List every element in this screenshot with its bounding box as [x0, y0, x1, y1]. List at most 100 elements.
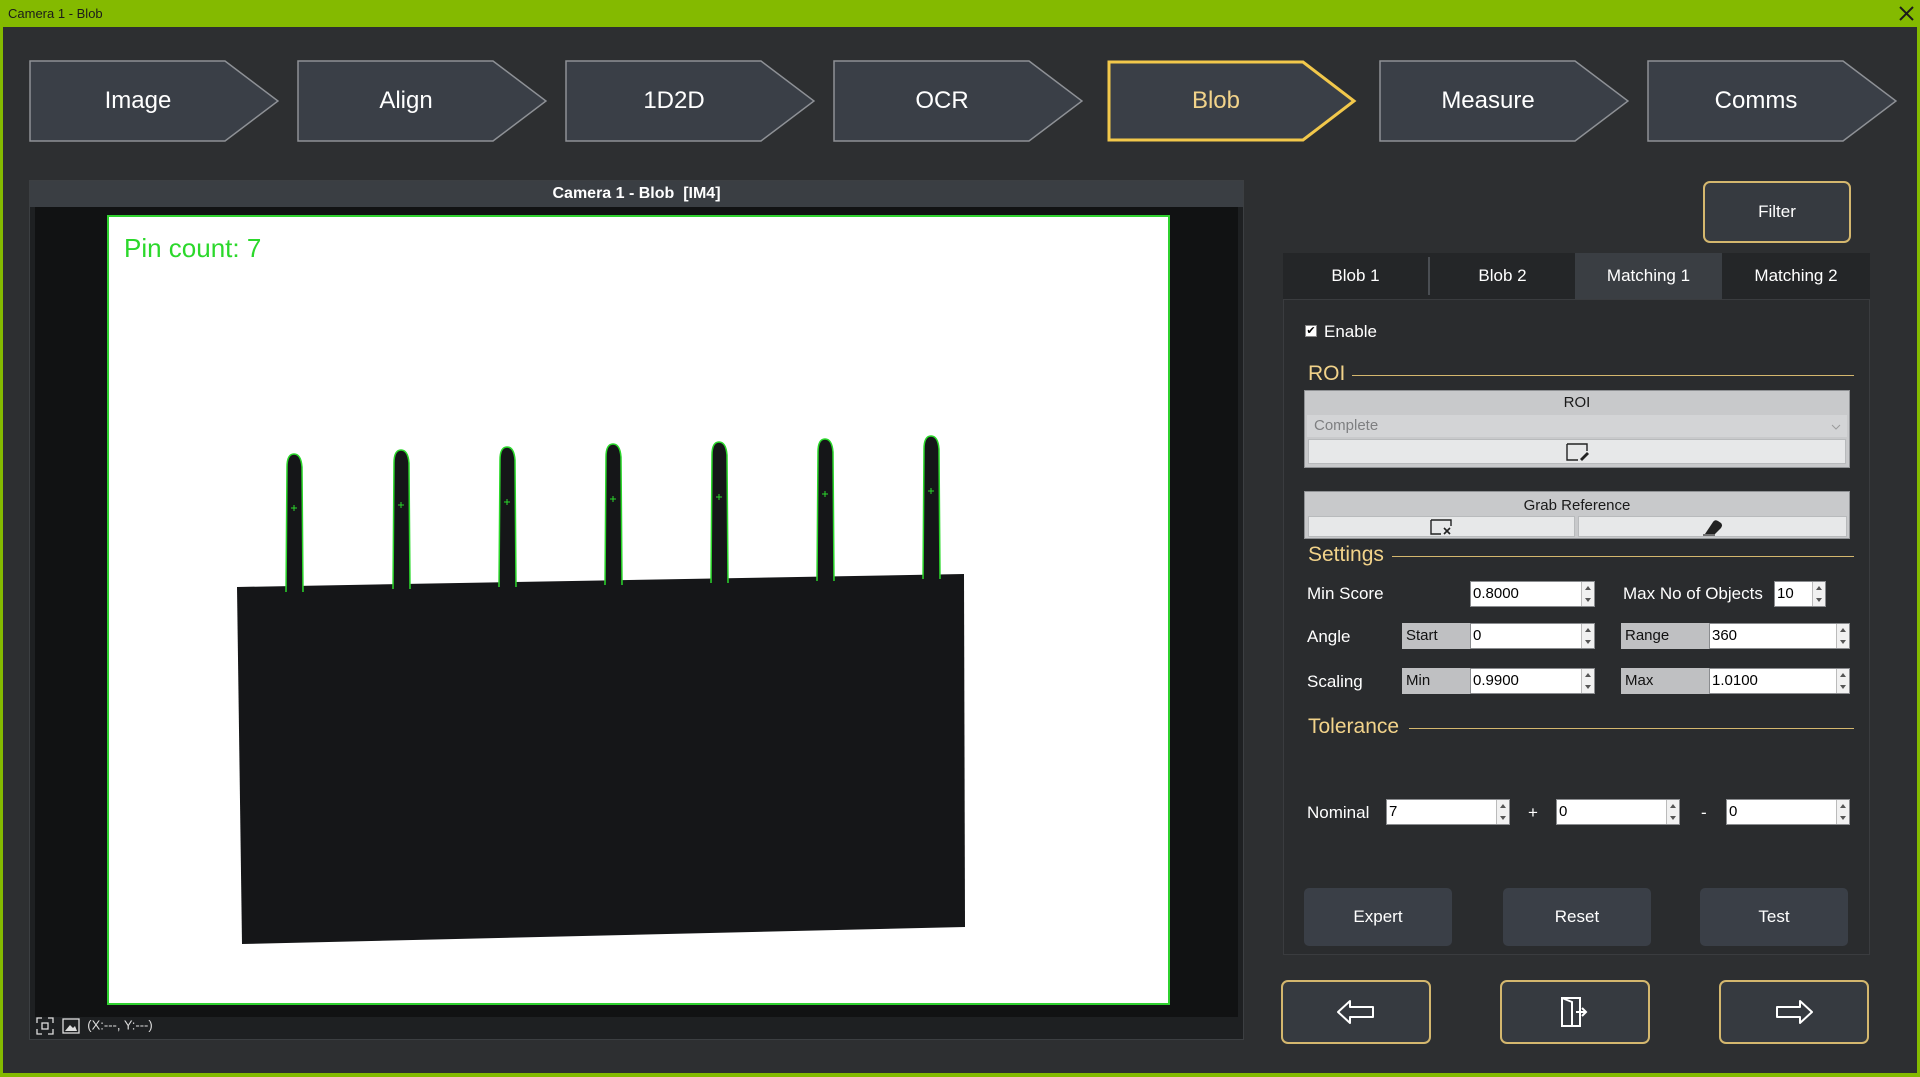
settings-section-title: Settings: [1308, 543, 1384, 566]
image-icon[interactable]: [61, 1018, 80, 1034]
scaling-min-value: 0.9900: [1473, 672, 1519, 689]
roi-section-title: ROI: [1308, 362, 1346, 385]
window-title: Camera 1 - Blob: [8, 6, 103, 21]
camera-image[interactable]: Pin count: 7: [107, 215, 1170, 1005]
test-button[interactable]: Test: [1700, 888, 1848, 946]
nominal-input[interactable]: 7: [1386, 799, 1510, 825]
step-navigation: Image Align 1D2D OCR Blob Measure Comms: [29, 60, 1899, 142]
max-objects-value: 10: [1777, 585, 1794, 602]
roi-edit-button[interactable]: [1308, 439, 1846, 464]
min-score-label: Min Score: [1307, 584, 1384, 603]
max-objects-label: Max No of Objects: [1623, 584, 1763, 603]
title-bar: Camera 1 - Blob: [0, 0, 1920, 27]
scaling-min-tag: Min: [1402, 668, 1470, 694]
next-button[interactable]: [1719, 980, 1869, 1044]
step-align[interactable]: Align: [297, 60, 547, 142]
nominal-value: 7: [1389, 803, 1398, 820]
step-image-label: Image: [104, 87, 172, 114]
spin-arrows[interactable]: [1836, 669, 1849, 693]
spin-arrows[interactable]: [1581, 624, 1594, 648]
cursor-coordinates: (X:---, Y:---): [87, 1017, 153, 1033]
roi-box-title: ROI: [1563, 394, 1591, 411]
roi-edit-icon: [1566, 443, 1589, 461]
erase-reference-button[interactable]: [1578, 516, 1847, 537]
step-blob[interactable]: Blob: [1107, 60, 1357, 142]
filter-button[interactable]: Filter: [1703, 181, 1851, 243]
grab-reference-button[interactable]: [1308, 516, 1575, 537]
exit-button[interactable]: [1500, 980, 1650, 1044]
scaling-max-input[interactable]: 1.0100: [1709, 668, 1850, 694]
step-1d2d-label: 1D2D: [643, 87, 705, 114]
step-ocr[interactable]: OCR: [833, 60, 1083, 142]
grab-reference-title: Grab Reference: [1523, 497, 1631, 514]
angle-start-tag: Start: [1402, 623, 1470, 649]
roi-box: ROI Complete: [1304, 390, 1850, 468]
matching-settings-panel: ✔ Enable ROI ROI Complete Grab Reference: [1283, 299, 1870, 955]
step-1d2d[interactable]: 1D2D: [565, 60, 815, 142]
step-measure[interactable]: Measure: [1379, 60, 1629, 142]
spin-arrows[interactable]: [1581, 582, 1594, 606]
spin-arrows[interactable]: [1812, 582, 1825, 606]
minus-sign: -: [1701, 803, 1707, 822]
min-score-input[interactable]: 0.8000: [1470, 581, 1595, 607]
tool-tabs: Blob 1 Blob 2 Matching 1 Matching 2: [1283, 253, 1870, 299]
minus-tolerance-input[interactable]: 0: [1726, 799, 1850, 825]
plus-sign: +: [1528, 803, 1538, 822]
spin-arrows[interactable]: [1496, 800, 1509, 824]
step-ocr-label: OCR: [915, 87, 969, 114]
viewer-body: Pin count: 7: [35, 207, 1238, 1017]
scaling-min-input[interactable]: 0.9900: [1470, 668, 1595, 694]
angle-range-value: 360: [1712, 627, 1738, 644]
inspected-part-image: [237, 435, 965, 944]
arrow-right-icon: [1776, 1000, 1813, 1024]
plus-tolerance-input[interactable]: 0: [1556, 799, 1680, 825]
angle-range-input[interactable]: 360: [1709, 623, 1850, 649]
roi-mode-value: Complete: [1314, 417, 1379, 434]
grab-reference-box: Grab Reference: [1304, 491, 1850, 539]
tab-matching-2[interactable]: Matching 2: [1722, 253, 1870, 299]
fit-view-icon[interactable]: [36, 1017, 54, 1035]
grab-region-icon: [1430, 519, 1452, 535]
eraser-icon: [1703, 520, 1722, 536]
angle-range-tag: Range: [1621, 623, 1709, 649]
expert-button[interactable]: Expert: [1304, 888, 1452, 946]
angle-start-value: 0: [1473, 627, 1482, 644]
pin-count-overlay: Pin count: 7: [124, 233, 262, 263]
chevron-down-icon: [1831, 424, 1841, 430]
close-icon[interactable]: [1893, 0, 1920, 27]
image-viewer: Camera 1 - Blob [IM4] Pin count: 7 (X:--…: [29, 180, 1244, 1040]
step-measure-label: Measure: [1441, 87, 1535, 114]
roi-divider: [1352, 375, 1854, 376]
viewer-status-bar: (X:---, Y:---): [36, 1017, 153, 1039]
step-image[interactable]: Image: [29, 60, 279, 142]
reset-button[interactable]: Reset: [1503, 888, 1651, 946]
tolerance-divider: [1409, 728, 1854, 729]
spin-arrows[interactable]: [1836, 624, 1849, 648]
tab-blob-1[interactable]: Blob 1: [1283, 253, 1428, 299]
tab-matching-1[interactable]: Matching 1: [1575, 253, 1722, 299]
previous-button[interactable]: [1281, 980, 1431, 1044]
enable-label: Enable: [1324, 322, 1377, 341]
step-blob-label: Blob: [1191, 87, 1241, 114]
scaling-label: Scaling: [1307, 672, 1363, 691]
max-objects-input[interactable]: 10: [1774, 581, 1826, 607]
tab-blob-2[interactable]: Blob 2: [1430, 253, 1575, 299]
arrow-left-icon: [1337, 1000, 1374, 1024]
scaling-max-value: 1.0100: [1712, 672, 1758, 689]
exit-door-icon: [1561, 997, 1588, 1027]
nominal-label: Nominal: [1307, 803, 1370, 822]
step-comms[interactable]: Comms: [1647, 60, 1897, 142]
enable-checkbox[interactable]: ✔: [1305, 325, 1317, 337]
spin-arrows[interactable]: [1666, 800, 1679, 824]
angle-label: Angle: [1307, 627, 1351, 646]
settings-divider: [1392, 556, 1854, 557]
scaling-max-tag: Max: [1621, 668, 1709, 694]
roi-mode-select[interactable]: Complete: [1307, 415, 1847, 437]
spin-arrows[interactable]: [1836, 800, 1849, 824]
tolerance-section-title: Tolerance: [1308, 715, 1400, 738]
step-align-label: Align: [379, 87, 433, 114]
plus-tolerance-value: 0: [1559, 803, 1568, 820]
spin-arrows[interactable]: [1581, 669, 1594, 693]
min-score-value: 0.8000: [1473, 585, 1519, 602]
angle-start-input[interactable]: 0: [1470, 623, 1595, 649]
